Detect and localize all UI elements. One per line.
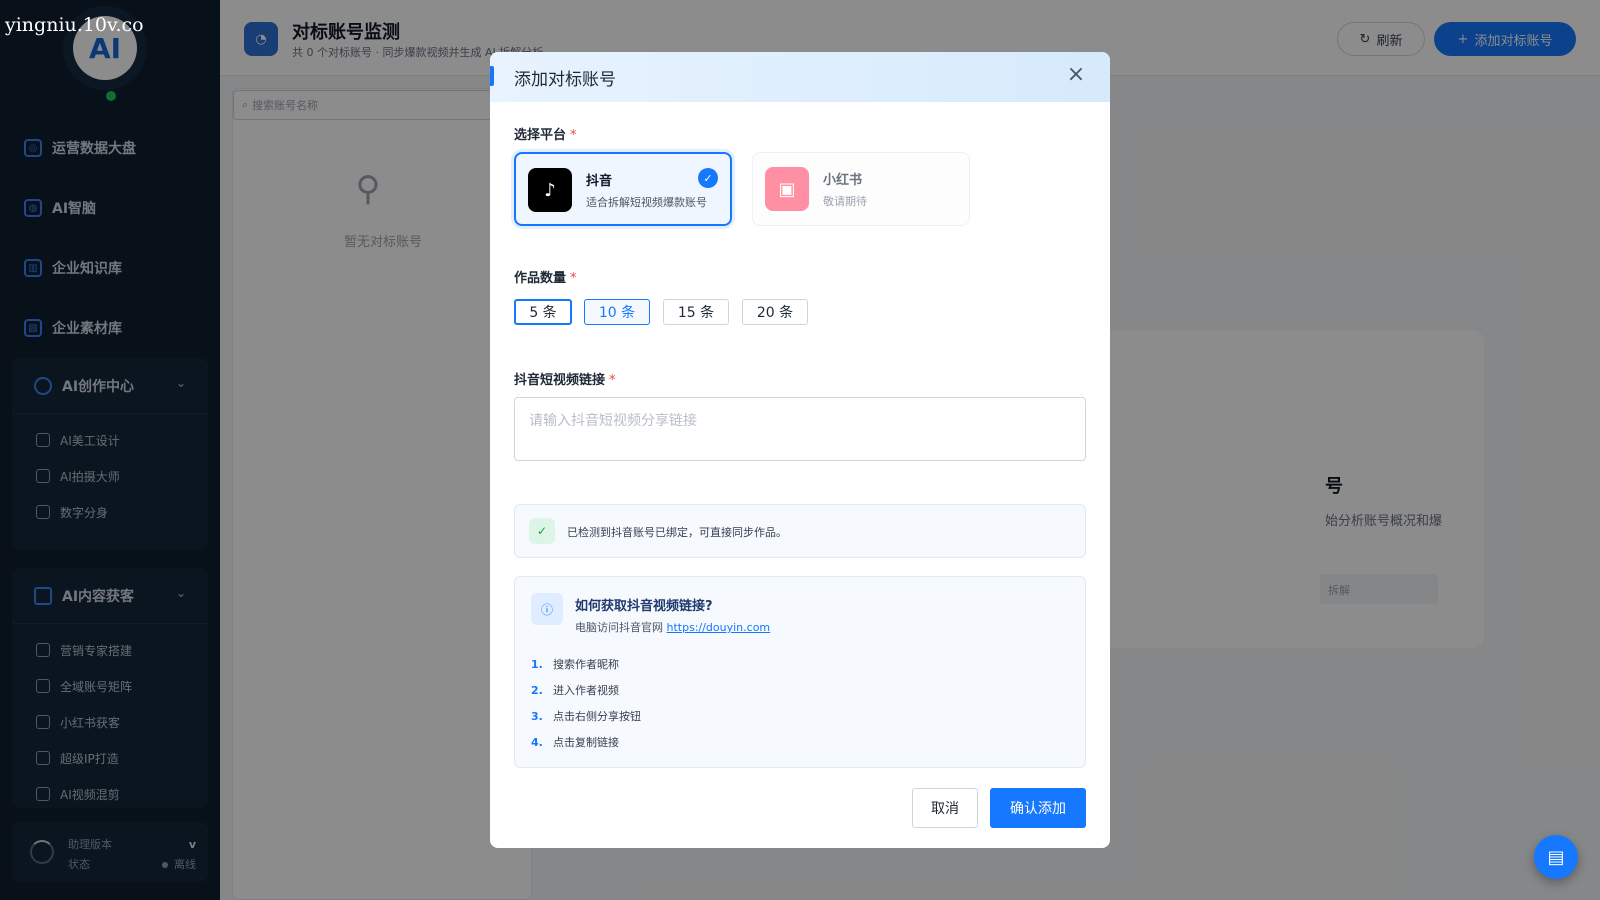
platform-desc: 适合拆解短视频爆款账号 [586,196,707,209]
add-account-dialog: 添加对标账号 × 选择平台 * ♪ 抖音 适合拆解短视频爆款账号 ✓ ▣ 小红书 … [490,52,1110,848]
check-circle-icon: ✓ [529,518,555,544]
platform-card-douyin[interactable]: ♪ 抖音 适合拆解短视频爆款账号 ✓ [514,152,732,226]
xiaohongshu-logo-icon: ▣ [765,167,809,211]
help-step: 1. 搜索作者昵称 [531,651,641,677]
required-mark: * [570,128,577,143]
platform-label: 选择平台 * [514,124,577,143]
platform-name: 小红书 [823,173,863,188]
platform-label-text: 选择平台 [514,128,567,143]
platform-name: 抖音 [586,174,613,189]
close-icon[interactable]: × [1064,64,1088,88]
douyin-logo-icon: ♪ [528,168,572,212]
count-option-15[interactable]: 15 条 [663,299,729,325]
info-icon: ⓘ [531,593,563,625]
required-mark: * [570,271,577,286]
platform-card-xiaohongshu[interactable]: ▣ 小红书 敬请期待 [752,152,970,226]
step-number: 3. [531,709,543,723]
help-step: 2. 进入作者视频 [531,677,641,703]
bind-status-text: 已检测到抖音账号已绑定，可直接同步作品。 [567,526,787,539]
bind-status-notice: ✓ 已检测到抖音账号已绑定，可直接同步作品。 [514,504,1086,558]
count-option-20[interactable]: 20 条 [742,299,808,325]
help-steps: 1. 搜索作者昵称 2. 进入作者视频 3. 点击右侧分享按钮 4. 点击复制链接 [531,651,641,755]
required-mark: * [609,373,616,388]
count-label: 作品数量 * [514,267,577,286]
dialog-title: 添加对标账号 [514,70,616,90]
help-title: 如何获取抖音视频链接? [575,599,713,614]
help-subtitle: 电脑访问抖音官网 https://douyin.com [575,619,770,635]
cancel-button[interactable]: 取消 [912,788,978,828]
platform-desc: 敬请期待 [823,195,867,208]
step-text: 点击复制链接 [553,736,619,749]
step-number: 1. [531,657,543,671]
watermark: yingniu.10v.co [5,14,144,36]
help-step: 3. 点击右侧分享按钮 [531,703,641,729]
step-text: 搜索作者昵称 [553,658,619,671]
app-window: yingniu.10v.co AI ◎ 运营数据大盘 ◍ AI智脑 ▥ 企业知识… [0,0,1600,900]
video-link-input[interactable] [514,397,1086,461]
count-option-5[interactable]: 5 条 [514,299,572,325]
confirm-add-button[interactable]: 确认添加 [990,788,1086,828]
count-option-10[interactable]: 10 条 [584,299,650,325]
help-panel: ⓘ 如何获取抖音视频链接? 电脑访问抖音官网 https://douyin.co… [514,576,1086,768]
count-label-text: 作品数量 [514,271,567,286]
book-icon: ▤ [1547,846,1565,868]
douyin-link[interactable]: https://douyin.com [667,621,771,634]
check-icon: ✓ [698,168,718,188]
help-book-button[interactable]: ▤ [1534,835,1578,879]
step-text: 进入作者视频 [553,684,619,697]
link-label-text: 抖音短视频链接 [514,373,606,388]
dialog-header: 添加对标账号 × [490,52,1110,102]
help-step: 4. 点击复制链接 [531,729,641,755]
step-number: 2. [531,683,543,697]
help-sub-prefix: 电脑访问抖音官网 [575,621,663,634]
step-number: 4. [531,735,543,749]
step-text: 点击右侧分享按钮 [553,710,641,723]
accent-bar [490,66,494,86]
link-label: 抖音短视频链接 * [514,369,616,388]
